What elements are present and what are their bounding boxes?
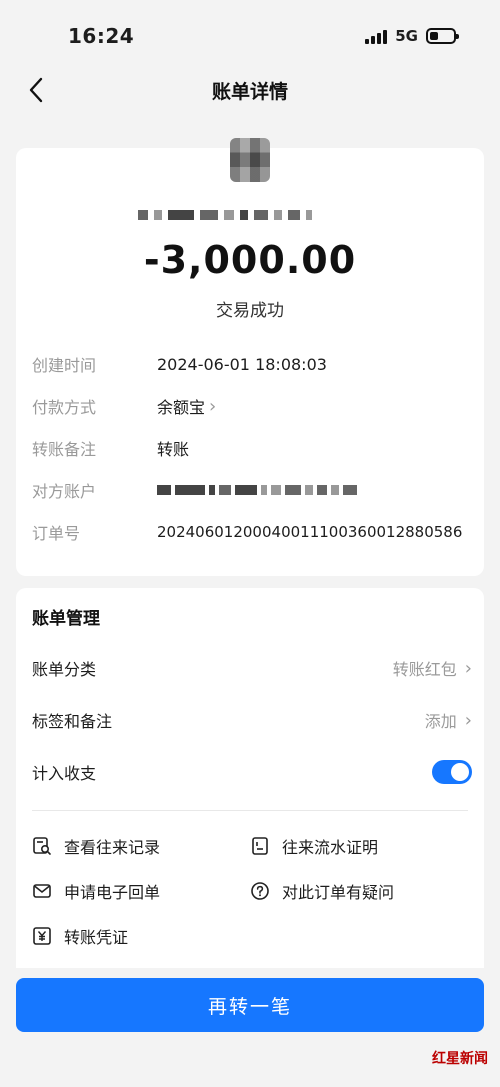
detail-value: 余额宝 [157, 398, 206, 417]
detail-label: 创建时间 [32, 356, 97, 375]
order-question-link[interactable]: 对此订单有疑问 [250, 877, 394, 905]
transaction-status: 交易成功 [216, 301, 284, 321]
detail-value: 转账 [157, 440, 190, 459]
view-history-label: 查看往来记录 [64, 838, 161, 857]
detail-value: 20240601200040011100360012880586 [157, 523, 463, 541]
flow-statement-link[interactable]: 往来流水证明 [250, 832, 378, 860]
transaction-card: -3,000.00 交易成功 创建时间 2024-06-01 18:08:03 … [16, 138, 484, 576]
detail-row-note: 转账备注 转账 [32, 436, 472, 460]
include-in-budget-row: 计入收支 [32, 758, 472, 786]
detail-row-counterparty: 对方账户 [32, 478, 472, 502]
flow-statement-label: 往来流水证明 [282, 838, 379, 857]
tags-notes-row[interactable]: 标签和备注 添加 › [32, 706, 472, 734]
order-question-label: 对此订单有疑问 [282, 883, 395, 902]
signal-icon [365, 28, 388, 44]
network-type: 5G [395, 27, 418, 45]
page-title: 账单详情 [211, 80, 288, 103]
battery-icon [426, 28, 459, 44]
bill-category-value: 转账红包 [392, 660, 457, 679]
section-title: 账单管理 [32, 609, 100, 629]
include-in-budget-label: 计入收支 [32, 764, 97, 783]
yuan-voucher-icon [33, 927, 51, 945]
view-history-link[interactable]: 查看往来记录 [32, 832, 160, 860]
transfer-voucher-label: 转账凭证 [64, 928, 129, 947]
counterparty-account-redacted [157, 485, 357, 495]
include-in-budget-toggle[interactable] [432, 760, 472, 784]
chevron-right-icon: › [464, 709, 472, 731]
detail-row-order-number: 订单号 20240601200040011100360012880586 [32, 520, 472, 544]
tags-notes-label: 标签和备注 [32, 712, 113, 731]
bill-category-row[interactable]: 账单分类 转账红包 › [32, 654, 472, 682]
transfer-again-button[interactable]: 再转一笔 [16, 978, 484, 1032]
detail-label: 对方账户 [32, 482, 97, 501]
detail-value: 2024-06-01 18:08:03 [157, 354, 327, 374]
payee-name-redacted [138, 208, 378, 222]
divider [32, 810, 468, 811]
chevron-right-icon: › [464, 657, 472, 679]
news-watermark-logo: 红星新闻 [416, 1048, 488, 1082]
statement-icon [252, 837, 268, 855]
bill-category-label: 账单分类 [32, 660, 97, 679]
detail-row-created: 创建时间 2024-06-01 18:08:03 [32, 352, 472, 376]
detail-row-payment-method[interactable]: 付款方式 余额宝 › [32, 394, 472, 418]
mail-icon [33, 884, 51, 898]
nav-bar: 账单详情 [0, 72, 500, 108]
back-button[interactable] [18, 72, 54, 108]
tags-notes-value: 添加 [424, 712, 457, 731]
status-icons: 5G [365, 27, 459, 45]
question-icon [251, 882, 269, 900]
e-receipt-label: 申请电子回单 [64, 883, 161, 902]
chevron-left-icon [29, 77, 43, 103]
detail-label: 订单号 [32, 524, 81, 543]
detail-label: 转账备注 [32, 440, 97, 459]
chevron-right-icon: › [209, 395, 217, 417]
detail-label: 付款方式 [32, 398, 97, 417]
avatar [230, 138, 270, 182]
search-document-icon [33, 837, 51, 855]
status-time: 16:24 [68, 24, 135, 48]
transaction-amount: -3,000.00 [143, 238, 357, 282]
bill-management-card: 账单管理 账单分类 转账红包 › 标签和备注 添加 › 计入收支 查看往来记录 [16, 588, 484, 968]
e-receipt-link[interactable]: 申请电子回单 [32, 877, 160, 905]
transfer-voucher-link[interactable]: 转账凭证 [32, 922, 128, 950]
watermark-brand: 红星新闻 [432, 1051, 488, 1067]
status-bar: 16:24 5G [0, 0, 500, 72]
